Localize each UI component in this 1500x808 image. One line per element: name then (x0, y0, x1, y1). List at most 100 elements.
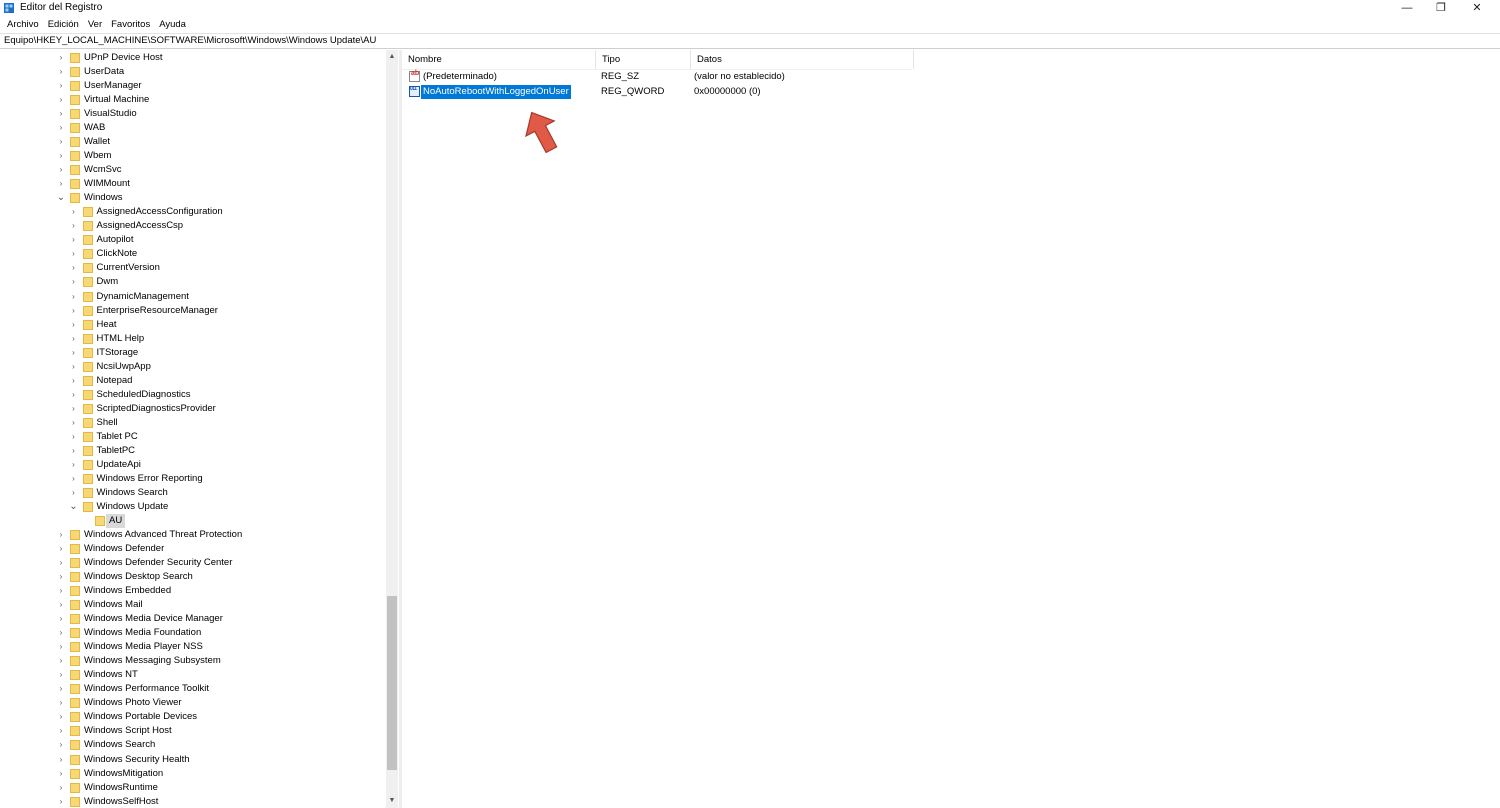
menu-ayuda[interactable]: Ayuda (155, 17, 191, 33)
chevron-right-icon[interactable]: › (56, 781, 66, 795)
tree-item[interactable]: › ITStorage (2, 346, 386, 360)
chevron-right-icon[interactable]: › (69, 261, 79, 275)
chevron-right-icon[interactable]: › (56, 93, 66, 107)
tree-item[interactable]: › Windows Defender (2, 542, 386, 556)
chevron-right-icon[interactable]: › (69, 430, 79, 444)
menu-edicion[interactable]: Edición (44, 17, 84, 33)
tree-item[interactable]: › UPnP Device Host (2, 51, 386, 65)
chevron-right-icon[interactable]: › (69, 360, 79, 374)
close-button[interactable]: ✕ (1460, 0, 1494, 17)
restore-button[interactable]: ❐ (1424, 0, 1458, 17)
tree-item[interactable]: › Windows Defender Security Center (2, 556, 386, 570)
tree-item[interactable]: › WindowsMitigation (2, 767, 386, 781)
chevron-right-icon[interactable]: › (56, 121, 66, 135)
tree-item[interactable]: › WindowsRuntime (2, 781, 386, 795)
tree-item[interactable]: › AssignedAccessCsp (2, 219, 386, 233)
chevron-right-icon[interactable]: › (69, 233, 79, 247)
tree-item[interactable]: › Windows Messaging Subsystem (2, 654, 386, 668)
chevron-right-icon[interactable]: › (56, 738, 66, 752)
chevron-right-icon[interactable]: › (56, 767, 66, 781)
tree-item[interactable]: › WIMMount (2, 177, 386, 191)
chevron-down-icon[interactable]: ⌄ (69, 500, 79, 514)
tree-item[interactable]: › Shell (2, 416, 386, 430)
tree-item[interactable]: › Windows Security Health (2, 753, 386, 767)
tree-item[interactable]: › Wallet (2, 135, 386, 149)
chevron-right-icon[interactable]: › (56, 598, 66, 612)
tree-item[interactable]: › Windows Search (2, 738, 386, 752)
tree-item[interactable]: › HTML Help (2, 332, 386, 346)
scroll-down-icon[interactable]: ▼ (386, 794, 398, 808)
chevron-right-icon[interactable]: › (56, 584, 66, 598)
chevron-right-icon[interactable]: › (69, 388, 79, 402)
tree-item[interactable]: ⌄ Windows (2, 191, 386, 205)
tree-item[interactable]: › Autopilot (2, 233, 386, 247)
tree-item[interactable]: › Windows Desktop Search (2, 570, 386, 584)
chevron-right-icon[interactable]: › (56, 668, 66, 682)
tree-item[interactable]: › ScriptedDiagnosticsProvider (2, 402, 386, 416)
tree-item[interactable]: › Heat (2, 318, 386, 332)
chevron-right-icon[interactable]: › (69, 247, 79, 261)
tree-item[interactable]: › EnterpriseResourceManager (2, 304, 386, 318)
tree-item[interactable]: › UpdateApi (2, 458, 386, 472)
chevron-right-icon[interactable]: › (69, 318, 79, 332)
menu-archivo[interactable]: Archivo (3, 17, 44, 33)
tree-item[interactable]: ⌄ Windows Update (2, 500, 386, 514)
tree-item[interactable]: AU (2, 513, 386, 528)
tree-item[interactable]: › ClickNote (2, 247, 386, 261)
tree-item[interactable]: › Windows Portable Devices (2, 710, 386, 724)
chevron-right-icon[interactable]: › (56, 65, 66, 79)
tree-item[interactable]: › Windows Media Device Manager (2, 612, 386, 626)
tree-item[interactable]: › Windows Mail (2, 598, 386, 612)
tree-item[interactable]: › CurrentVersion (2, 261, 386, 275)
chevron-right-icon[interactable]: › (69, 332, 79, 346)
tree-item[interactable]: › Windows Performance Toolkit (2, 682, 386, 696)
tree-item[interactable]: › NcsiUwpApp (2, 360, 386, 374)
chevron-right-icon[interactable]: › (56, 710, 66, 724)
chevron-right-icon[interactable]: › (69, 275, 79, 289)
column-header-data[interactable]: Datos (691, 50, 914, 69)
chevron-right-icon[interactable]: › (56, 528, 66, 542)
tree-item[interactable]: › Windows Media Foundation (2, 626, 386, 640)
tree-item[interactable]: › Windows Advanced Threat Protection (2, 528, 386, 542)
chevron-right-icon[interactable]: › (56, 135, 66, 149)
chevron-right-icon[interactable]: › (56, 107, 66, 121)
tree-item[interactable]: › AssignedAccessConfiguration (2, 205, 386, 219)
chevron-right-icon[interactable]: › (56, 640, 66, 654)
tree-item[interactable]: › Windows Media Player NSS (2, 640, 386, 654)
chevron-right-icon[interactable]: › (56, 654, 66, 668)
menu-ver[interactable]: Ver (84, 17, 107, 33)
tree-item[interactable]: › VisualStudio (2, 107, 386, 121)
address-input[interactable] (4, 34, 1494, 48)
chevron-right-icon[interactable]: › (69, 444, 79, 458)
column-header-type[interactable]: Tipo (596, 50, 691, 69)
chevron-right-icon[interactable]: › (69, 205, 79, 219)
chevron-right-icon[interactable]: › (56, 79, 66, 93)
chevron-right-icon[interactable]: › (56, 556, 66, 570)
chevron-right-icon[interactable]: › (56, 51, 66, 65)
scroll-thumb[interactable] (387, 596, 397, 770)
chevron-right-icon[interactable]: › (56, 682, 66, 696)
chevron-down-icon[interactable]: ⌄ (56, 191, 66, 205)
value-row-default[interactable]: ab (Predeterminado) REG_SZ (valor no est… (402, 70, 1500, 84)
tree-item[interactable]: › Windows Script Host (2, 724, 386, 738)
tree-item[interactable]: › Virtual Machine (2, 93, 386, 107)
chevron-right-icon[interactable]: › (69, 486, 79, 500)
chevron-right-icon[interactable]: › (56, 612, 66, 626)
tree-item[interactable]: › Windows Photo Viewer (2, 696, 386, 710)
chevron-right-icon[interactable]: › (69, 416, 79, 430)
tree-item[interactable]: › Dwm (2, 275, 386, 289)
tree-item[interactable]: › Notepad (2, 374, 386, 388)
chevron-right-icon[interactable]: › (69, 304, 79, 318)
chevron-right-icon[interactable]: › (69, 402, 79, 416)
tree-item[interactable]: › Windows Embedded (2, 584, 386, 598)
chevron-right-icon[interactable]: › (56, 163, 66, 177)
tree-item[interactable]: › ScheduledDiagnostics (2, 388, 386, 402)
tree-item[interactable]: › TabletPC (2, 444, 386, 458)
chevron-right-icon[interactable]: › (69, 346, 79, 360)
chevron-right-icon[interactable]: › (56, 696, 66, 710)
chevron-right-icon[interactable]: › (69, 472, 79, 486)
scroll-up-icon[interactable]: ▲ (386, 50, 398, 64)
tree-item[interactable]: › UserManager (2, 79, 386, 93)
chevron-right-icon[interactable]: › (56, 177, 66, 191)
column-header-name[interactable]: Nombre (402, 50, 596, 69)
